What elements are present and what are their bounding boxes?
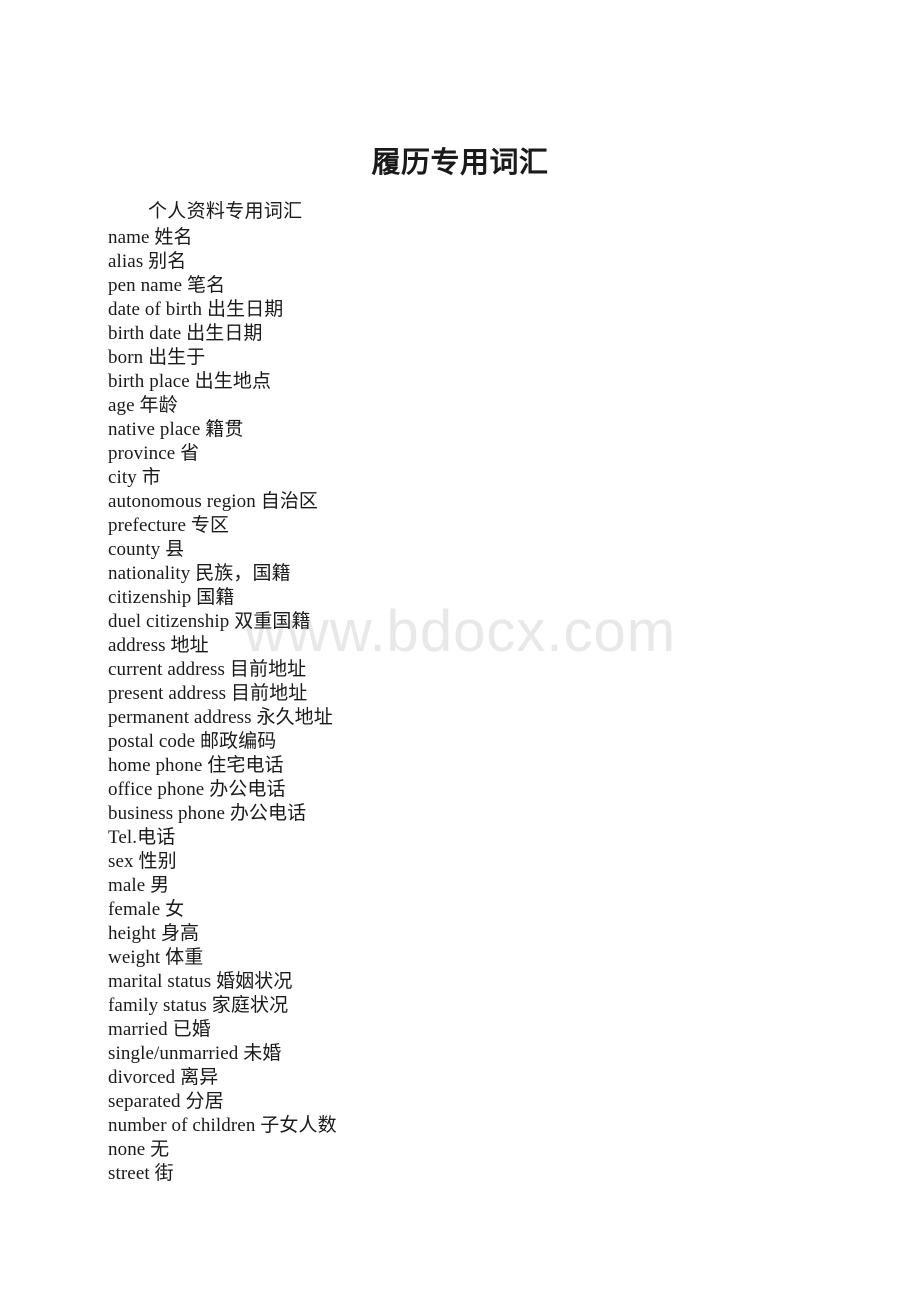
vocabulary-entry: home phone 住宅电话 (108, 755, 284, 776)
vocabulary-entry: pen name 笔名 (108, 275, 226, 296)
vocabulary-entry: city 市 (108, 467, 161, 488)
vocabulary-entry: autonomous region 自治区 (108, 491, 319, 512)
vocabulary-entry: family status 家庭状况 (108, 995, 289, 1016)
vocabulary-entry: marital status 婚姻状况 (108, 971, 293, 992)
vocabulary-entry: native place 籍贯 (108, 419, 244, 440)
vocabulary-entry: married 已婚 (108, 1019, 211, 1040)
vocabulary-entry: street 街 (108, 1163, 174, 1184)
page-title: 履历专用词汇 (371, 147, 549, 179)
vocabulary-entry: current address 目前地址 (108, 659, 307, 680)
document-page: www.bdocx.com 履历专用词汇 个人资料专用词汇 name 姓名 ali… (0, 0, 920, 1302)
vocabulary-entry: single/unmarried 未婚 (108, 1043, 282, 1064)
vocabulary-entry: sex 性别 (108, 851, 177, 872)
vocabulary-entry: height 身高 (108, 923, 200, 944)
section-subtitle: 个人资料专用词汇 (148, 201, 303, 222)
vocabulary-entry: citizenship 国籍 (108, 587, 235, 608)
vocabulary-entry: female 女 (108, 899, 185, 920)
vocabulary-list: name 姓名 alias 别名 pen name 笔名 date of birth … (108, 226, 337, 1186)
vocabulary-entry: number of children 子女人数 (108, 1115, 337, 1136)
vocabulary-entry: business phone 办公电话 (108, 803, 307, 824)
vocabulary-entry: weight 体重 (108, 947, 204, 968)
vocabulary-entry: duel citizenship 双重国籍 (108, 611, 311, 632)
vocabulary-entry: male 男 (108, 875, 170, 896)
vocabulary-entry: postal code 邮政编码 (108, 731, 277, 752)
vocabulary-entry: birth date 出生日期 (108, 323, 263, 344)
vocabulary-entry: alias 别名 (108, 251, 187, 272)
vocabulary-entry: office phone 办公电话 (108, 779, 286, 800)
vocabulary-entry: Tel.电话 (108, 827, 176, 848)
vocabulary-entry: address 地址 (108, 635, 209, 656)
vocabulary-entry: divorced 离异 (108, 1067, 219, 1088)
vocabulary-entry: date of birth 出生日期 (108, 299, 284, 320)
vocabulary-entry: age 年龄 (108, 395, 178, 416)
vocabulary-entry: birth place 出生地点 (108, 371, 272, 392)
vocabulary-entry: born 出生于 (108, 347, 206, 368)
vocabulary-entry: province 省 (108, 443, 200, 464)
vocabulary-entry: prefecture 专区 (108, 515, 230, 536)
vocabulary-entry: county 县 (108, 539, 185, 560)
vocabulary-entry: separated 分居 (108, 1091, 224, 1112)
vocabulary-entry: none 无 (108, 1139, 170, 1160)
vocabulary-entry: name 姓名 (108, 227, 193, 248)
vocabulary-entry: permanent address 永久地址 (108, 707, 333, 728)
vocabulary-entry: nationality 民族，国籍 (108, 563, 291, 584)
vocabulary-entry: present address 目前地址 (108, 683, 308, 704)
